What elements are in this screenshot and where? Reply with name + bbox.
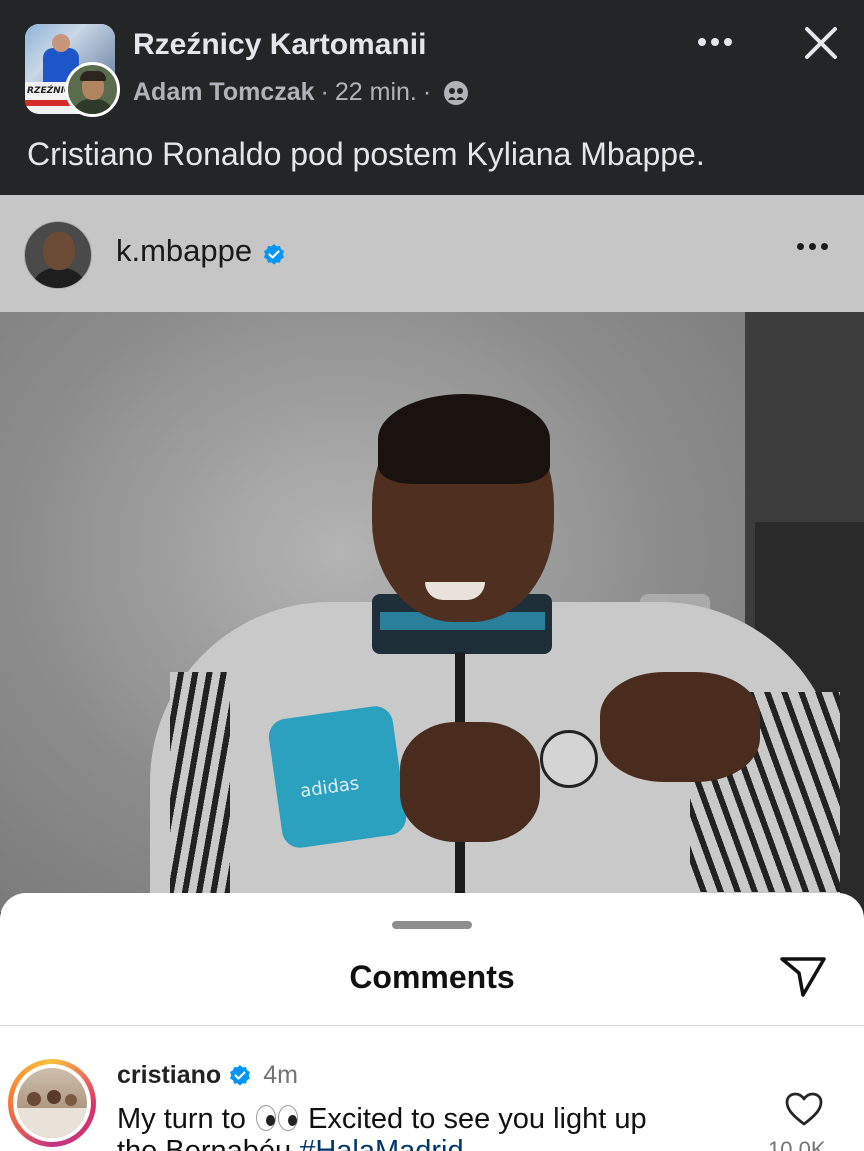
instagram-post-header: k.mbappe [0,195,864,312]
avatar-photo-person-2 [47,1090,61,1104]
comment-hashtag[interactable]: #HalaMadrid [299,1135,463,1151]
heart-icon[interactable] [784,1091,824,1127]
verified-badge-icon [262,239,286,265]
close-icon[interactable] [800,22,842,64]
author-avatar-hair [80,71,106,81]
photo-club-crest [540,730,598,788]
group-avatar-player-head [52,34,70,52]
sheet-drag-handle[interactable] [392,921,472,929]
comments-sheet: Comments cristiano 4m My turn to Excited… [0,893,864,1151]
photo-smile [425,582,485,600]
meta-separator: · [320,78,329,106]
comment-header: cristiano 4m [117,1061,298,1090]
comment-time: 4m [263,1061,298,1089]
instagram-avatar-body [31,268,87,288]
sheet-divider [0,1025,864,1026]
comment-avatar-photo [17,1068,87,1138]
photo-hand-right [600,672,760,782]
verified-badge-icon [228,1064,252,1088]
send-icon[interactable] [776,953,830,1001]
author-avatar[interactable] [65,62,120,117]
instagram-avatar[interactable] [24,221,92,289]
post-meta: Adam Tomczak · 22 min. · [133,78,469,107]
author-name[interactable]: Adam Tomczak [133,78,315,107]
comment-avatar[interactable] [8,1059,96,1147]
meta-separator-2: · [422,78,432,106]
comments-title: Comments [349,959,515,995]
photo-hair [378,394,550,484]
instagram-avatar-face [43,232,75,270]
photo-hand-left [400,722,540,842]
photo-jacket-stripes-left [170,672,230,912]
avatar-photo-person-3 [65,1094,77,1106]
post-photo: adidas [0,312,864,912]
post-text: Cristiano Ronaldo pod postem Kyliana Mba… [27,136,705,172]
instagram-username[interactable]: k.mbappe [116,233,286,269]
eyes-emoji-icon [254,1104,300,1132]
comment-text-line2: the Bernabéu #HalaMadrid [117,1137,464,1151]
instagram-more-icon[interactable] [797,243,828,250]
comment-like-count: 10,0K [768,1137,826,1151]
comment-text-line2-start: the Bernabéu [117,1135,292,1151]
author-avatar-body [72,99,114,114]
more-horizontal-icon[interactable] [698,30,738,54]
group-name[interactable]: Rzeźnicy Kartomanii [133,28,426,62]
avatar-photo-sofa [17,1108,87,1138]
instagram-username-text: k.mbappe [116,233,253,268]
comment-text: My turn to Excited to see you light up [117,1101,647,1137]
post-time[interactable]: 22 min. [335,78,417,107]
group-audience-icon [443,80,469,106]
comment-text-end: Excited to see you light up [308,1103,647,1135]
avatar-photo-person-1 [27,1092,41,1106]
facebook-post-header: RZEŹNICY Rzeźnicy Kartomanii Adam Tomcza… [0,0,864,195]
comment-username[interactable]: cristiano [117,1061,221,1090]
comment-text-start: My turn to [117,1103,246,1135]
